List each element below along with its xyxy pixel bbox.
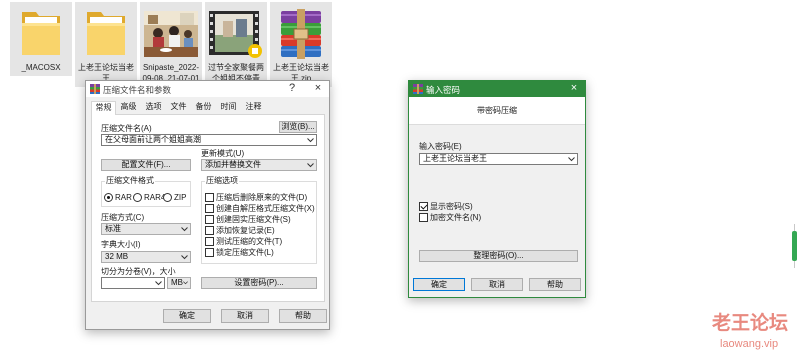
desktop-icon-label: 上老王论坛当老: [78, 63, 134, 72]
dialog-title-bar[interactable]: 压缩文件名和参数 ? ×: [86, 81, 329, 97]
compression-method-select[interactable]: 标准: [101, 223, 191, 235]
winrar-archive-icon: [281, 9, 321, 59]
dictionary-size-value: 32 MB: [105, 252, 129, 261]
tab-general[interactable]: 常规: [91, 101, 116, 115]
chevron-down-icon: [181, 227, 188, 232]
compression-method-label: 压缩方式(C): [101, 213, 145, 222]
option-delete-after-checkbox[interactable]: [205, 193, 214, 202]
tab-comment[interactable]: 注释: [241, 101, 266, 114]
option-sfx-checkbox[interactable]: [205, 204, 214, 213]
option-label: 测试压缩的文件(T): [216, 237, 283, 246]
show-password-checkbox[interactable]: [419, 202, 428, 211]
help-icon[interactable]: ?: [285, 82, 299, 95]
scroll-thumb[interactable]: [792, 231, 797, 261]
format-label-rar: RAR: [115, 193, 132, 202]
tab-advanced[interactable]: 高级: [116, 101, 141, 114]
dialog-title-bar[interactable]: 输入密码 ×: [409, 81, 585, 97]
dialog-header-text: 带密码压缩: [477, 106, 517, 115]
archive-parameters-dialog: 压缩文件名和参数 ? × 常规 高级 选项 文件 备份 时间 注释 压缩文件名(…: [85, 80, 330, 330]
update-mode-value: 添加并替换文件: [205, 160, 261, 169]
tab-time[interactable]: 时间: [216, 101, 241, 114]
option-lock-checkbox[interactable]: [205, 248, 214, 257]
folder-icon: [87, 12, 125, 55]
close-icon[interactable]: ×: [567, 82, 581, 95]
password-label: 输入密码(E): [419, 142, 462, 151]
desktop-icon-zip-archive[interactable]: 上老王论坛当老 王.zip: [270, 2, 332, 87]
chevron-down-icon: [307, 138, 314, 143]
folder-icon: [22, 12, 60, 55]
video-thumbnail: [209, 11, 262, 58]
chevron-down-icon: [307, 163, 314, 168]
compression-method-value: 标准: [105, 224, 121, 233]
split-unit-value: MB: [171, 278, 183, 287]
chevron-down-icon: [181, 255, 188, 260]
archive-name-value: 在父母面前让两个姐姐高潮: [105, 135, 201, 144]
dialog-title: 输入密码: [426, 85, 461, 95]
watermark-url: laowang.vip: [720, 338, 779, 350]
desktop-icon-macosx-folder[interactable]: _MACOSX: [10, 2, 72, 76]
image-thumbnail: [144, 11, 198, 57]
chevron-down-icon: [155, 281, 162, 286]
organize-passwords-button[interactable]: 整理密码(O)...: [419, 250, 578, 262]
cancel-button[interactable]: 取消: [471, 278, 523, 291]
watermark-title: 老王论坛: [712, 313, 789, 334]
tab-files[interactable]: 文件: [166, 101, 191, 114]
archiving-options-group-label: 压缩选项: [205, 176, 239, 186]
update-mode-label: 更新模式(U): [201, 149, 245, 158]
password-input[interactable]: 上老王论坛当老王: [419, 153, 578, 165]
option-recovery-record-checkbox[interactable]: [205, 226, 214, 235]
option-test-checkbox[interactable]: [205, 237, 214, 246]
option-solid-checkbox[interactable]: [205, 215, 214, 224]
ok-button[interactable]: 确定: [413, 278, 465, 291]
option-label: 压缩后删除原来的文件(D): [216, 193, 308, 202]
update-mode-select[interactable]: 添加并替换文件: [201, 159, 317, 171]
option-label: 添加恢复记录(E): [216, 226, 275, 235]
desktop-icon-label: Snipaste_2022-: [142, 63, 200, 72]
help-button[interactable]: 帮助: [529, 278, 581, 291]
enter-password-dialog: 输入密码 × 带密码压缩 输入密码(E) 上老王论坛当老王 显示密码(S) 加密…: [408, 80, 586, 298]
ok-button[interactable]: 确定: [163, 309, 211, 323]
dialog-header: 带密码压缩: [409, 97, 585, 125]
desktop-icon-snipaste-image[interactable]: Snipaste_2022- 09-08_21-07-01: [140, 2, 202, 87]
desktop-icon-label: _MACOSX: [21, 63, 61, 72]
format-radio-rar[interactable]: [104, 193, 113, 202]
split-volumes-label: 切分为分卷(V)，大小: [101, 267, 176, 276]
show-password-label: 显示密码(S): [430, 202, 473, 211]
password-value: 上老王论坛当老王: [423, 154, 487, 163]
format-radio-rar4[interactable]: [133, 193, 142, 202]
archive-name-label: 压缩文件名(A): [101, 124, 152, 133]
chevron-down-icon: [568, 157, 575, 162]
archive-name-combo[interactable]: 在父母面前让两个姐姐高潮: [101, 134, 317, 146]
close-icon[interactable]: ×: [311, 82, 325, 95]
option-label: 创建固实压缩文件(S): [216, 215, 291, 224]
cancel-button[interactable]: 取消: [221, 309, 269, 323]
option-label: 创建自解压格式压缩文件(X): [216, 204, 315, 213]
desktop-icon-video[interactable]: 过节全家聚餐两 个姐姐不停青: [205, 2, 267, 87]
dialog-title: 压缩文件名和参数: [103, 85, 172, 95]
tab-options[interactable]: 选项: [141, 101, 166, 114]
dictionary-size-select[interactable]: 32 MB: [101, 251, 191, 263]
format-radio-zip[interactable]: [163, 193, 172, 202]
dictionary-size-label: 字典大小(I): [101, 240, 141, 249]
desktop-icon-label: 上老王论坛当老: [273, 63, 329, 72]
chevron-down-icon: [183, 281, 188, 285]
set-password-button[interactable]: 设置密码(P)...: [201, 277, 317, 289]
desktop-icon-label: 过节全家聚餐两: [208, 63, 264, 72]
encrypt-file-names-checkbox[interactable]: [419, 213, 428, 222]
archive-format-group-label: 压缩文件格式: [105, 176, 155, 186]
encrypt-file-names-label: 加密文件名(N): [430, 213, 482, 222]
help-button[interactable]: 帮助: [279, 309, 327, 323]
browse-button[interactable]: 浏览(B)...: [279, 121, 317, 133]
winrar-icon: [90, 84, 100, 94]
split-size-input[interactable]: [101, 277, 165, 289]
split-unit-select[interactable]: MB: [167, 277, 191, 289]
tab-backup[interactable]: 备份: [191, 101, 216, 114]
desktop-icon-folder[interactable]: 上老王论坛当老 王: [75, 2, 137, 87]
format-label-zip: ZIP: [174, 193, 187, 202]
winrar-icon: [413, 84, 423, 94]
option-label: 锁定压缩文件(L): [216, 248, 274, 257]
profiles-button[interactable]: 配置文件(F)...: [101, 159, 191, 171]
